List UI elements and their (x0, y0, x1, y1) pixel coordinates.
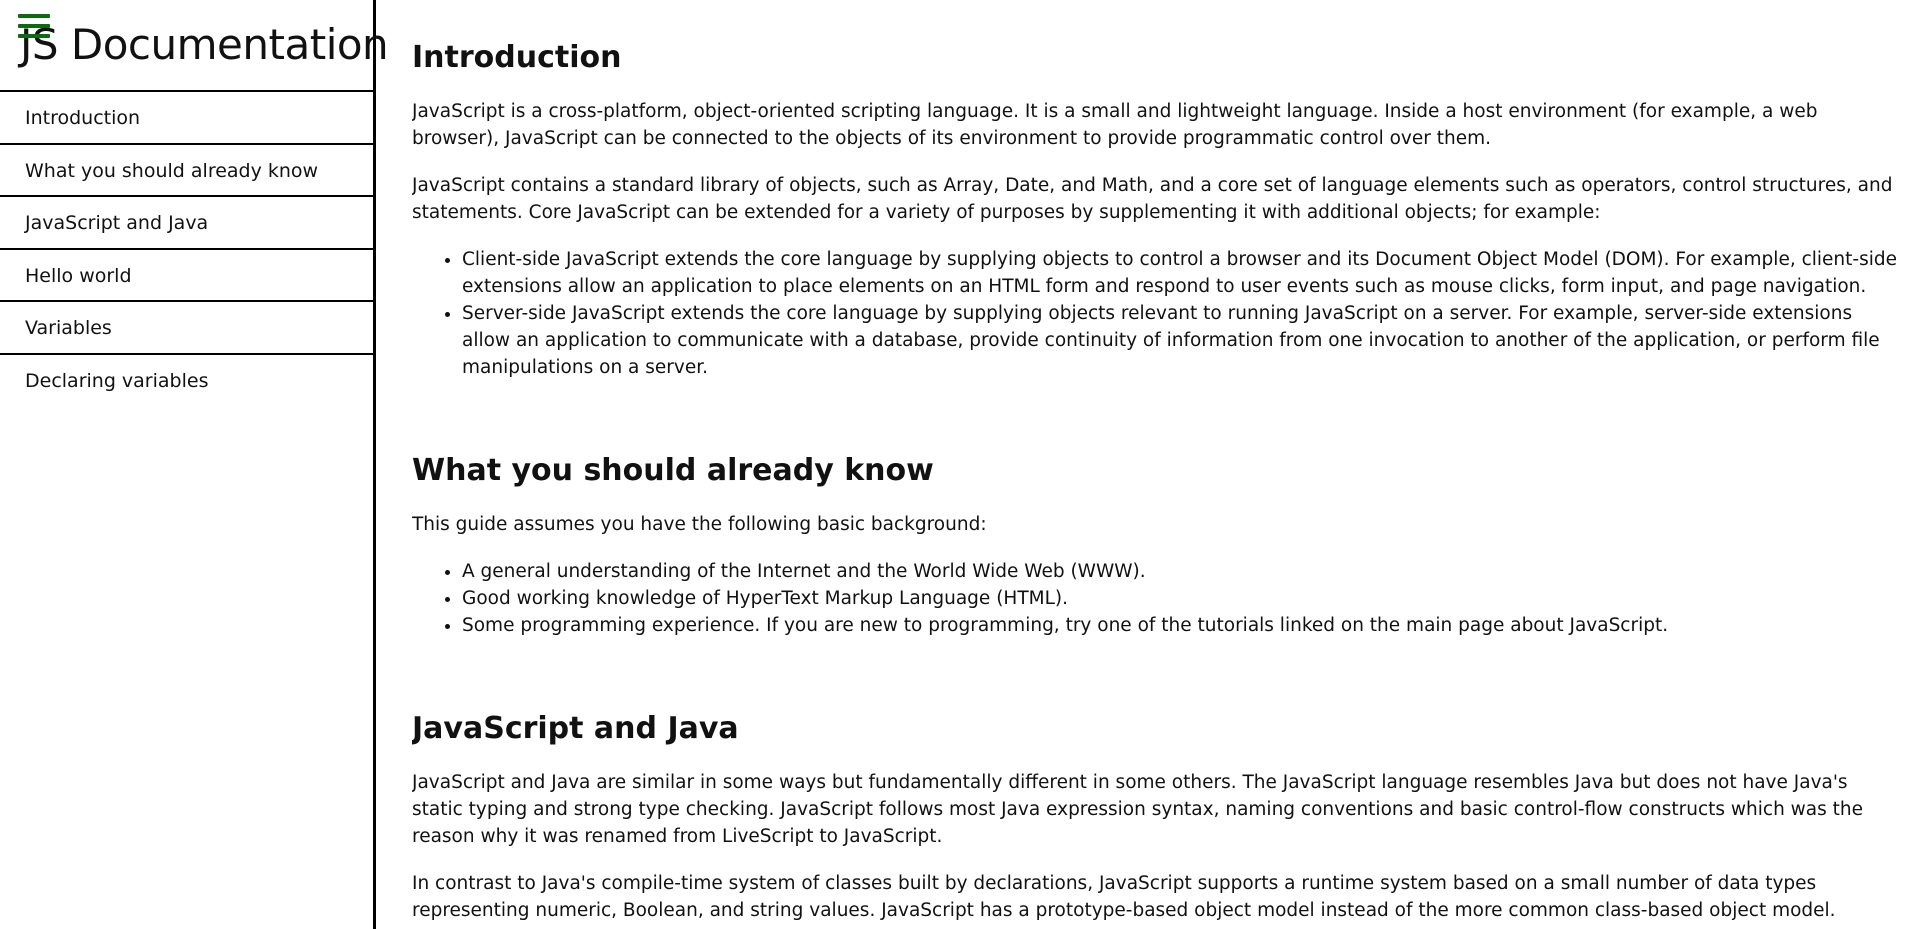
nav-link-javascript-and-java[interactable]: JavaScript and Java (0, 197, 373, 250)
nav-link-variables[interactable]: Variables (0, 302, 373, 355)
main-doc: Introduction JavaScript is a cross-platf… (412, 0, 1902, 929)
nav-title: JS Documentation (20, 20, 389, 69)
bullet-list: A general understanding of the Internet … (412, 558, 1902, 639)
nav-list: Introduction What you should already kno… (0, 92, 373, 407)
list-item: Good working knowledge of HyperText Mark… (462, 585, 1902, 612)
paragraph: In contrast to Java's compile-time syste… (412, 873, 1836, 921)
navbar-header: JS Documentation (0, 0, 389, 92)
paragraph: JavaScript contains a standard library o… (412, 175, 1893, 223)
section-what-you-should-already-know: What you should already know This guide … (412, 453, 1902, 639)
list-item: Server-side JavaScript extends the core … (462, 300, 1902, 381)
section-title: JavaScript and Java (412, 711, 739, 746)
nav-link-introduction[interactable]: Introduction (0, 92, 373, 145)
nav-link-what-you-should-already-know[interactable]: What you should already know (0, 145, 373, 197)
paragraph: JavaScript is a cross-platform, object-o… (412, 101, 1818, 149)
paragraph: This guide assumes you have the followin… (412, 514, 987, 535)
nav-link-hello-world[interactable]: Hello world (0, 250, 373, 302)
navbar: JS Documentation Introduction What you s… (0, 0, 389, 929)
section-title: What you should already know (412, 453, 934, 488)
paragraph: JavaScript and Java are similar in some … (412, 772, 1864, 847)
list-item: A general understanding of the Internet … (462, 558, 1902, 585)
bullet-list: Client-side JavaScript extends the core … (412, 246, 1902, 381)
list-item: Client-side JavaScript extends the core … (462, 246, 1902, 300)
section-javascript-and-java: JavaScript and Java JavaScript and Java … (412, 711, 1902, 924)
hamburger-menu-icon[interactable] (18, 14, 50, 40)
section-title: Introduction (412, 40, 622, 75)
list-item: Some programming experience. If you are … (462, 612, 1902, 639)
section-introduction: Introduction JavaScript is a cross-platf… (412, 40, 1902, 381)
nav-link-declaring-variables[interactable]: Declaring variables (0, 355, 373, 408)
